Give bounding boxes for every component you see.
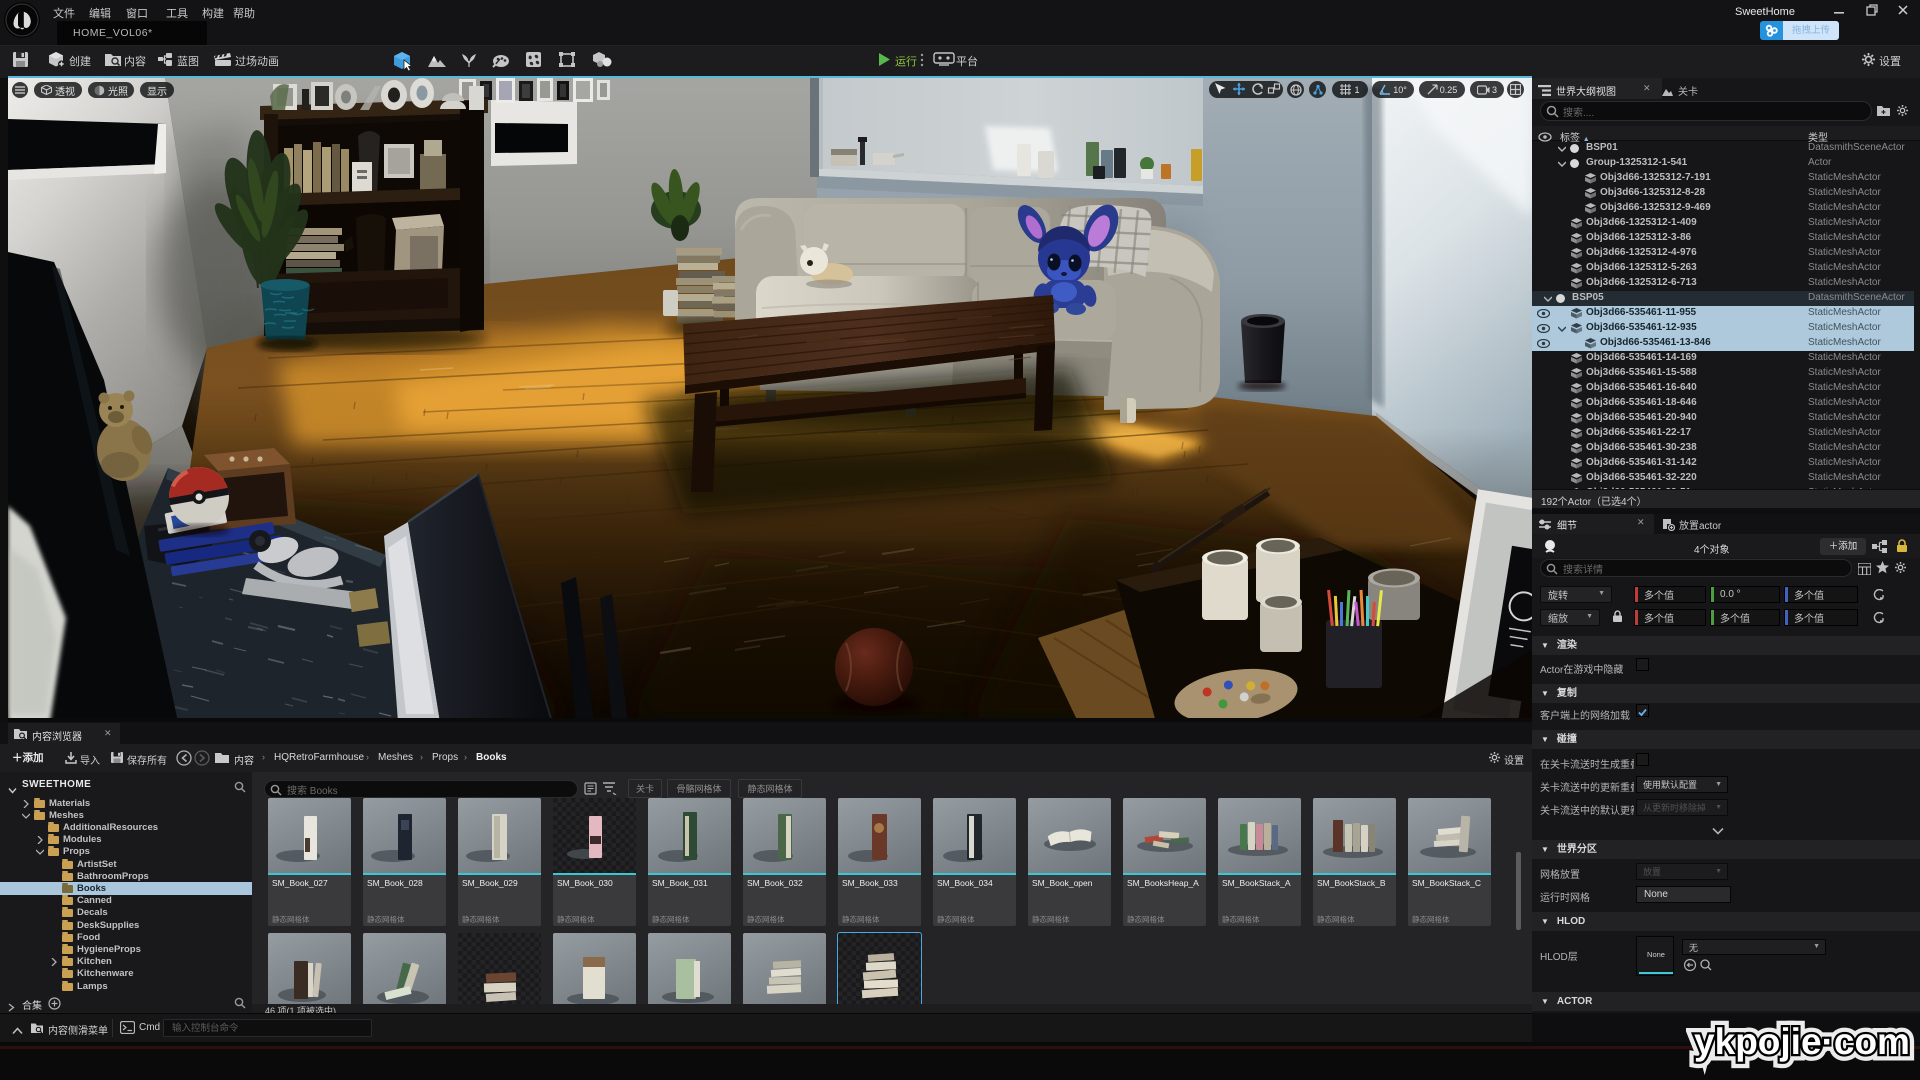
svg-text:ykpojie·com: ykpojie·com bbox=[1694, 1021, 1910, 1062]
